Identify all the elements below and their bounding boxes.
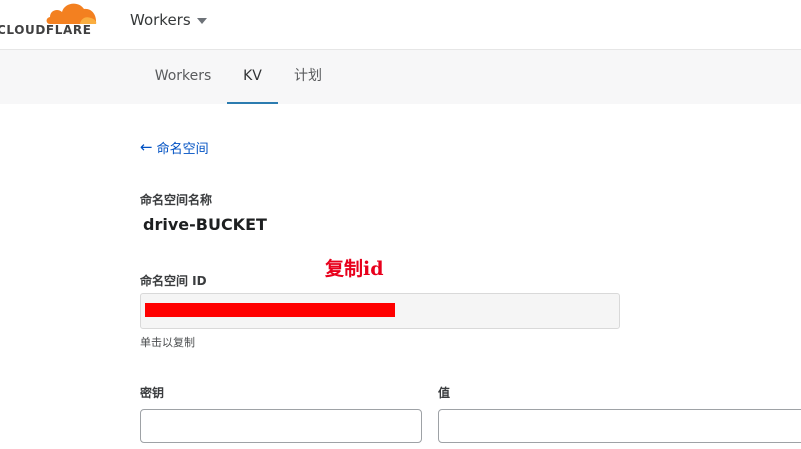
namespace-name: drive-BUCKET (143, 215, 267, 234)
key-input[interactable] (140, 409, 422, 443)
value-input[interactable] (438, 409, 801, 443)
namespace-name-label: 命名空间名称 (140, 193, 213, 207)
account-selector[interactable]: Workers (130, 10, 207, 30)
namespace-id-field[interactable] (140, 293, 620, 329)
tab-workers[interactable]: Workers (143, 50, 223, 104)
back-to-namespaces-link[interactable]: ← 命名空间 (140, 137, 209, 157)
tab-kv[interactable]: KV (227, 50, 278, 104)
copy-id-annotation: 复制id (325, 258, 384, 280)
value-label: 值 (438, 386, 451, 400)
arrow-left-icon: ← (140, 137, 153, 156)
tab-plan[interactable]: 计划 (283, 50, 333, 104)
key-label: 密钥 (140, 386, 165, 400)
logo-wordmark: CLOUDFLARE (0, 23, 92, 37)
top-bar: CLOUDFLARE Workers (0, 0, 801, 50)
redaction-bar (145, 303, 395, 317)
account-selector-label: Workers (130, 11, 191, 29)
click-to-copy-hint: 单击以复制 (140, 336, 195, 349)
namespace-id-label: 命名空间 ID (140, 274, 207, 288)
back-link-label: 命名空间 (156, 141, 209, 157)
caret-down-icon (196, 18, 207, 24)
tab-bar: Workers KV 计划 (0, 50, 801, 104)
cloudflare-logo[interactable]: CLOUDFLARE (0, 0, 110, 46)
